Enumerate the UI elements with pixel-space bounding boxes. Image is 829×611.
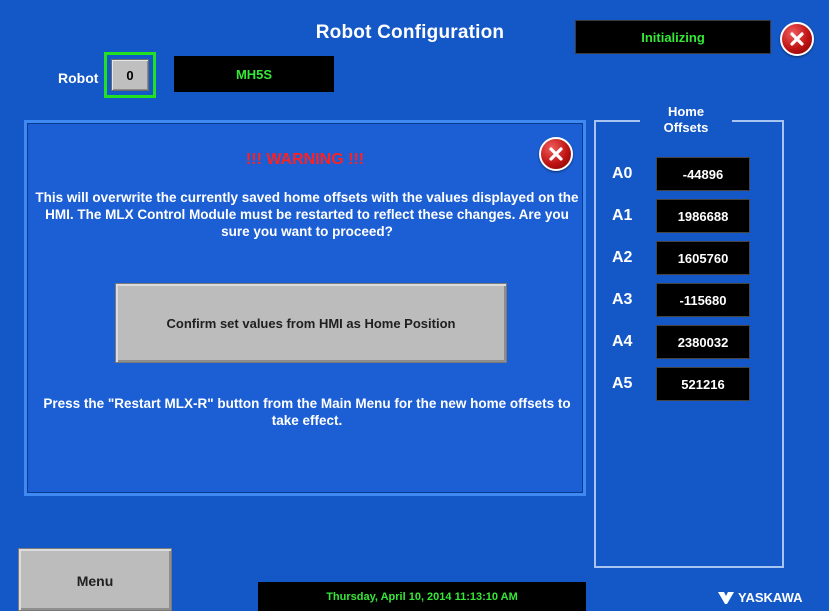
warning-title: !!! WARNING !!!: [245, 151, 365, 168]
axis-row-a0: A0 -44896: [612, 156, 772, 192]
axis-label: A4: [612, 333, 633, 350]
axis-row-a3: A3 -115680: [612, 282, 772, 318]
logo-text: YASKAWA: [738, 590, 803, 605]
confirm-home-position-button[interactable]: Confirm set values from HMI as Home Posi…: [115, 283, 507, 363]
axis-value-a3: -115680: [656, 283, 750, 317]
robot-model-display: MH5S: [174, 56, 334, 92]
axis-row-a4: A4 2380032: [612, 324, 772, 360]
datetime-display: Thursday, April 10, 2014 11:13:10 AM: [258, 582, 586, 611]
yaskawa-logo-icon: [718, 591, 734, 604]
status-indicator: Initializing: [575, 20, 771, 54]
axis-label: A2: [612, 249, 633, 266]
warning-close-glyph: [549, 147, 563, 161]
page-title: Robot Configuration: [315, 22, 505, 43]
axis-row-a1: A1 1986688: [612, 198, 772, 234]
home-offsets-title-line1: Home: [667, 104, 705, 119]
warning-message: This will overwrite the currently saved …: [35, 190, 579, 239]
axis-value-a4: 2380032: [656, 325, 750, 359]
home-offsets-title-line2: Offsets: [663, 120, 709, 135]
axis-value-a2: 1605760: [656, 241, 750, 275]
robot-number-button[interactable]: 0: [111, 59, 149, 91]
axis-value-a1: 1986688: [656, 199, 750, 233]
home-offsets-title: Home Offsets: [640, 104, 732, 136]
axis-label: A0: [612, 165, 633, 182]
menu-button[interactable]: Menu: [18, 548, 172, 611]
axis-row-a5: A5 521216: [612, 366, 772, 402]
close-glyph: [790, 32, 804, 46]
restart-note: Press the "Restart MLX-R" button from th…: [43, 396, 571, 428]
axis-row-a2: A2 1605760: [612, 240, 772, 276]
axis-value-a5: 521216: [656, 367, 750, 401]
warning-dialog: !!! WARNING !!! This will overwrite the …: [24, 120, 586, 496]
axis-label: A5: [612, 375, 633, 392]
robot-label: Robot: [58, 70, 99, 86]
axis-label: A1: [612, 207, 633, 224]
axis-value-a0: -44896: [656, 157, 750, 191]
close-icon[interactable]: [780, 22, 814, 56]
robot-select-frame: 0: [104, 52, 156, 98]
axis-label: A3: [612, 291, 633, 308]
warning-close-icon[interactable]: [539, 137, 573, 171]
yaskawa-logo: YASKAWA: [718, 590, 803, 605]
